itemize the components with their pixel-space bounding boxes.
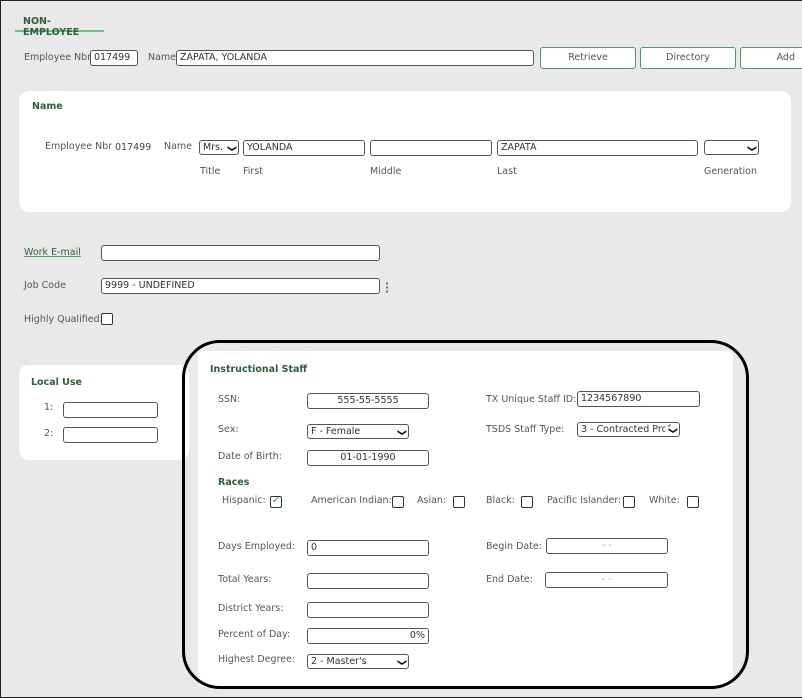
chevron-down-icon: ❯ <box>226 144 237 153</box>
chevron-down-icon: ❯ <box>396 428 407 437</box>
begin-date-label: Begin Date: <box>486 541 542 552</box>
total-years-input[interactable] <box>307 573 429 589</box>
ssn-label: SSN: <box>218 394 241 405</box>
race-pacific-islander-checkbox[interactable] <box>623 496 635 508</box>
first-name-input[interactable]: YOLANDA <box>243 140 365 156</box>
chevron-down-icon: ❯ <box>396 658 407 667</box>
local-use-card: Local Use 1: 2: <box>19 365 189 460</box>
total-years-label: Total Years: <box>218 574 272 585</box>
directory-button[interactable]: Directory <box>640 47 736 69</box>
dob-input[interactable]: 01-01-1990 <box>307 450 429 466</box>
highest-degree-label: Highest Degree: <box>218 654 296 665</box>
race-hispanic-checkbox[interactable]: ✓ <box>270 495 282 508</box>
races-title: Races <box>218 477 250 488</box>
sex-select[interactable]: F - Female ❯ <box>307 424 409 439</box>
name-search-input[interactable]: ZAPATA, YOLANDA <box>176 50 534 66</box>
days-employed-input[interactable]: 0 <box>307 540 429 556</box>
title-sublabel: Title <box>200 166 221 177</box>
job-code-lookup-icon[interactable]: · · · <box>385 278 389 297</box>
first-sublabel: First <box>243 166 263 177</box>
job-code-label: Job Code <box>24 280 66 291</box>
race-american-indian-checkbox[interactable] <box>392 496 404 508</box>
chevron-down-icon: ❯ <box>665 426 679 435</box>
employee-nbr-input[interactable]: 017499 <box>90 50 138 66</box>
percent-of-day-input[interactable]: 0% <box>307 628 429 644</box>
title-select[interactable]: Mrs. ❯ <box>199 140 239 155</box>
race-pacific-islander-label: Pacific Islander: <box>547 495 622 506</box>
retrieve-button[interactable]: Retrieve <box>540 47 636 69</box>
local-use-1-input[interactable] <box>63 402 158 418</box>
tsds-staff-type-select[interactable]: 3 - Contracted Profe ❯ <box>577 422 680 437</box>
local-use-1-label: 1: <box>44 402 54 413</box>
district-years-input[interactable] <box>307 602 429 618</box>
district-years-label: District Years: <box>218 603 284 614</box>
local-use-2-label: 2: <box>44 428 54 439</box>
employee-nbr-label: Employee Nbr: <box>24 52 95 63</box>
race-asian-label: Asian: <box>417 495 447 506</box>
name-employee-nbr-value: 017499 <box>115 142 152 153</box>
add-button[interactable]: Add <box>740 47 802 69</box>
race-white-label: White: <box>649 495 680 506</box>
race-american-indian-label: American Indian: <box>311 495 392 506</box>
tsds-staff-type-value: 3 - Contracted Profe <box>581 424 677 435</box>
dob-label: Date of Birth: <box>218 451 282 462</box>
race-white-checkbox[interactable] <box>687 496 699 508</box>
ssn-input[interactable]: 555-55-5555 <box>307 393 429 409</box>
title-select-value: Mrs. <box>203 142 224 153</box>
work-email-link[interactable]: Work E-mail <box>24 247 81 258</box>
race-black-label: Black: <box>486 495 515 506</box>
name-section-title: Name <box>32 101 63 112</box>
tx-unique-id-input[interactable]: 1234567890 <box>577 391 700 407</box>
name-search-label: Name: <box>148 52 180 63</box>
local-use-2-input[interactable] <box>63 427 158 443</box>
local-use-title: Local Use <box>31 377 82 388</box>
generation-sublabel: Generation <box>704 166 757 177</box>
name-section-card: Name Employee Nbr 017499 Name Mrs. ❯ YOL… <box>19 91 791 212</box>
race-hispanic-label: Hispanic: <box>222 495 266 506</box>
percent-of-day-label: Percent of Day: <box>218 629 291 640</box>
middle-name-input[interactable] <box>370 140 492 156</box>
sex-select-value: F - Female <box>311 426 361 437</box>
middle-sublabel: Middle <box>370 166 402 177</box>
page-tab-non-employee[interactable]: NON-EMPLOYEE <box>15 14 104 38</box>
highest-degree-select[interactable]: 2 - Master's ❯ <box>307 654 409 669</box>
highest-degree-value: 2 - Master's <box>311 656 367 667</box>
tsds-staff-type-label: TSDS Staff Type: <box>486 424 565 435</box>
highly-qualified-label: Highly Qualified: <box>24 314 103 325</box>
race-black-checkbox[interactable] <box>521 496 533 508</box>
race-asian-checkbox[interactable] <box>453 496 465 508</box>
days-employed-label: Days Employed: <box>218 541 296 552</box>
work-email-input[interactable] <box>101 245 380 261</box>
job-code-input[interactable]: 9999 - UNDEFINED <box>101 278 380 294</box>
instructional-staff-title: Instructional Staff <box>210 364 308 375</box>
highly-qualified-checkbox[interactable] <box>101 313 113 325</box>
last-name-input[interactable]: ZAPATA <box>497 140 698 156</box>
chevron-down-icon: ❯ <box>746 144 757 153</box>
begin-date-input[interactable]: - - <box>546 538 668 554</box>
name-label: Name <box>164 141 193 152</box>
sex-label: Sex: <box>218 424 239 435</box>
instructional-staff-card: Instructional Staff SSN: 555-55-5555 TX … <box>198 351 733 687</box>
check-icon: ✓ <box>272 495 281 506</box>
end-date-label: End Date: <box>486 574 533 585</box>
end-date-input[interactable]: - - <box>545 572 668 588</box>
generation-select[interactable]: ❯ <box>704 140 759 155</box>
tx-unique-id-label: TX Unique Staff ID: <box>486 394 577 405</box>
last-sublabel: Last <box>497 166 517 177</box>
name-employee-nbr-label: Employee Nbr <box>45 141 113 152</box>
